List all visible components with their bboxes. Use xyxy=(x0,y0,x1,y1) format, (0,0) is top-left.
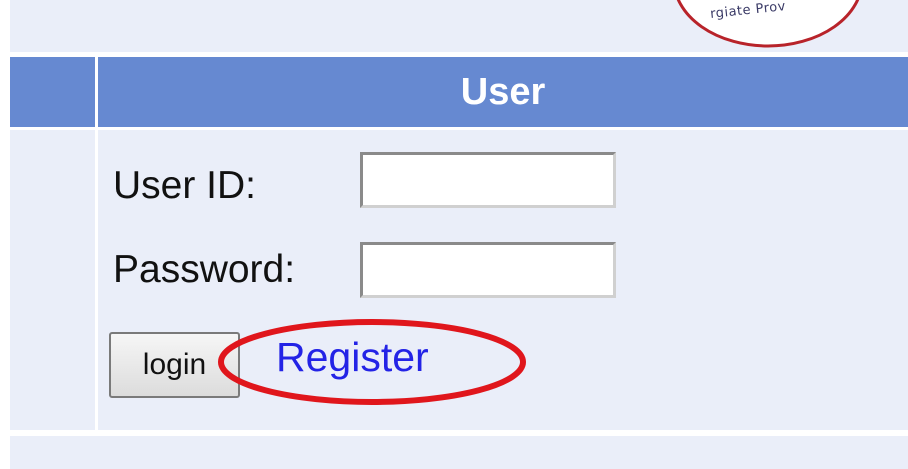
body-spacer-cell xyxy=(10,130,95,430)
panel-header: User xyxy=(10,57,908,127)
bottom-strip xyxy=(10,436,908,469)
password-input[interactable] xyxy=(360,242,616,298)
login-button[interactable]: login xyxy=(109,332,240,398)
password-label: Password: xyxy=(113,248,296,291)
user-id-input[interactable] xyxy=(360,152,616,208)
register-link[interactable]: Register xyxy=(276,334,429,381)
body-divider xyxy=(95,130,98,430)
user-id-label: User ID: xyxy=(113,164,257,207)
login-form: User ID: Password: login Register xyxy=(10,130,908,430)
panel-title: User xyxy=(460,71,546,113)
login-panel: rgiate Prov User User ID: Password: logi… xyxy=(0,0,908,469)
header-spacer-cell xyxy=(10,57,95,127)
top-banner: rgiate Prov xyxy=(10,0,908,52)
